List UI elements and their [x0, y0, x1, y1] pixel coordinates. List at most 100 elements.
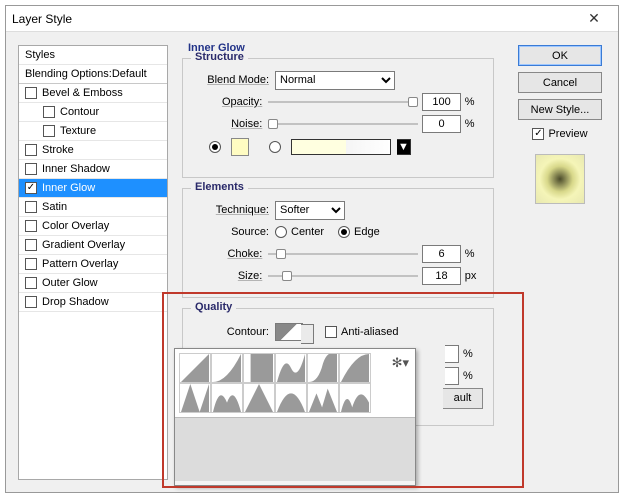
source-center-label: Center: [291, 226, 324, 238]
contour-preset[interactable]: [307, 383, 339, 413]
size-row: Size: 18 px: [193, 265, 483, 287]
contour-preset[interactable]: [211, 383, 243, 413]
titlebar: Layer Style ✕: [6, 6, 618, 32]
choke-value[interactable]: 6: [422, 245, 460, 263]
styles-item-checkbox[interactable]: [43, 125, 55, 137]
contour-preset[interactable]: [179, 383, 211, 413]
color-radio[interactable]: [209, 141, 221, 153]
preview-label: Preview: [548, 128, 587, 140]
contour-preset[interactable]: [243, 353, 275, 383]
styles-item-contour[interactable]: Contour: [19, 103, 167, 122]
styles-item-outer-glow[interactable]: Outer Glow: [19, 274, 167, 293]
styles-item-checkbox[interactable]: [25, 277, 37, 289]
preview-checkbox[interactable]: [532, 128, 544, 140]
styles-item-inner-shadow[interactable]: Inner Shadow: [19, 160, 167, 179]
new-style-button[interactable]: New Style...: [518, 99, 602, 120]
opacity-slider[interactable]: [268, 95, 418, 109]
range-value-obscured[interactable]: [445, 345, 459, 363]
blend-mode-select[interactable]: Normal: [275, 71, 395, 90]
styles-item-label: Contour: [60, 106, 99, 118]
blending-options-row[interactable]: Blending Options:Default: [19, 65, 167, 84]
styles-item-checkbox[interactable]: [25, 87, 37, 99]
structure-legend: Structure: [191, 51, 248, 63]
close-icon[interactable]: ✕: [576, 10, 612, 27]
contour-preset[interactable]: [339, 353, 371, 383]
contour-row: Contour: Anti-aliased: [193, 321, 483, 343]
styles-item-satin[interactable]: Satin: [19, 198, 167, 217]
source-edge-radio[interactable]: [338, 226, 350, 238]
styles-list: Styles Blending Options:Default Bevel & …: [18, 45, 168, 480]
glow-source-row: ▼: [209, 135, 483, 159]
contour-picker[interactable]: [275, 323, 303, 341]
noise-value[interactable]: 0: [422, 115, 460, 133]
opacity-label: Opacity:: [193, 96, 268, 108]
dialog-buttons: OK Cancel New Style... Preview: [518, 45, 602, 204]
cancel-button[interactable]: Cancel: [518, 72, 602, 93]
styles-item-label: Satin: [42, 201, 67, 213]
gradient-swatch[interactable]: [291, 139, 391, 155]
styles-item-checkbox[interactable]: [25, 144, 37, 156]
popup-menu-icon[interactable]: ✻▾: [392, 355, 409, 371]
styles-item-label: Stroke: [42, 144, 74, 156]
size-value[interactable]: 18: [422, 267, 460, 285]
contour-preset[interactable]: [243, 383, 275, 413]
technique-label: Technique:: [193, 204, 275, 216]
styles-item-texture[interactable]: Texture: [19, 122, 167, 141]
styles-item-checkbox[interactable]: [25, 258, 37, 270]
styles-item-stroke[interactable]: Stroke: [19, 141, 167, 160]
choke-row: Choke: 6 %: [193, 243, 483, 265]
styles-item-checkbox[interactable]: [25, 163, 37, 175]
make-default-button[interactable]: ault: [443, 388, 483, 409]
styles-item-bevel-emboss[interactable]: Bevel & Emboss: [19, 84, 167, 103]
styles-header[interactable]: Styles: [19, 46, 167, 65]
size-label: Size:: [193, 270, 268, 282]
contour-grid: [175, 349, 415, 417]
contour-preset[interactable]: [179, 353, 211, 383]
styles-item-label: Gradient Overlay: [42, 239, 125, 251]
jitter-value-obscured[interactable]: [445, 367, 459, 385]
preview-swatch: [535, 154, 585, 204]
styles-item-inner-glow[interactable]: Inner Glow: [19, 179, 167, 198]
contour-preset[interactable]: [307, 353, 339, 383]
noise-slider[interactable]: [268, 117, 418, 131]
ok-button[interactable]: OK: [518, 45, 602, 66]
size-slider[interactable]: [268, 269, 418, 283]
styles-item-drop-shadow[interactable]: Drop Shadow: [19, 293, 167, 312]
styles-item-checkbox[interactable]: [25, 220, 37, 232]
styles-item-checkbox[interactable]: [25, 239, 37, 251]
styles-item-checkbox[interactable]: [25, 296, 37, 308]
choke-unit: %: [465, 248, 483, 260]
styles-item-label: Inner Glow: [42, 182, 95, 194]
contour-preset[interactable]: [339, 383, 371, 413]
elements-group: Elements Technique: Softer Source: Cente…: [182, 188, 494, 298]
source-center-radio[interactable]: [275, 226, 287, 238]
contour-preset[interactable]: [211, 353, 243, 383]
styles-item-checkbox[interactable]: [43, 106, 55, 118]
styles-item-label: Bevel & Emboss: [42, 87, 123, 99]
styles-item-pattern-overlay[interactable]: Pattern Overlay: [19, 255, 167, 274]
popup-extra-area: [175, 417, 415, 481]
styles-item-color-overlay[interactable]: Color Overlay: [19, 217, 167, 236]
technique-select[interactable]: Softer: [275, 201, 345, 220]
contour-preset[interactable]: [275, 353, 307, 383]
preview-row: Preview: [532, 128, 587, 140]
structure-group: Structure Blend Mode: Normal Opacity: 10…: [182, 58, 494, 178]
styles-item-label: Drop Shadow: [42, 296, 109, 308]
anti-aliased-checkbox[interactable]: [325, 326, 337, 338]
source-edge-label: Edge: [354, 226, 380, 238]
styles-item-checkbox[interactable]: [25, 201, 37, 213]
dialog-content: Styles Blending Options:Default Bevel & …: [6, 32, 618, 492]
opacity-row: Opacity: 100 %: [193, 91, 483, 113]
choke-slider[interactable]: [268, 247, 418, 261]
color-swatch[interactable]: [231, 138, 249, 156]
gradient-dropdown-icon[interactable]: ▼: [397, 139, 411, 155]
styles-item-gradient-overlay[interactable]: Gradient Overlay: [19, 236, 167, 255]
layer-style-dialog: Layer Style ✕ Styles Blending Options:De…: [5, 5, 619, 493]
gradient-radio[interactable]: [269, 141, 281, 153]
styles-item-checkbox[interactable]: [25, 182, 37, 194]
contour-popup[interactable]: ✻▾: [174, 348, 416, 486]
range-unit: %: [463, 348, 483, 360]
anti-aliased-label: Anti-aliased: [341, 326, 398, 338]
contour-preset[interactable]: [275, 383, 307, 413]
opacity-value[interactable]: 100: [422, 93, 460, 111]
